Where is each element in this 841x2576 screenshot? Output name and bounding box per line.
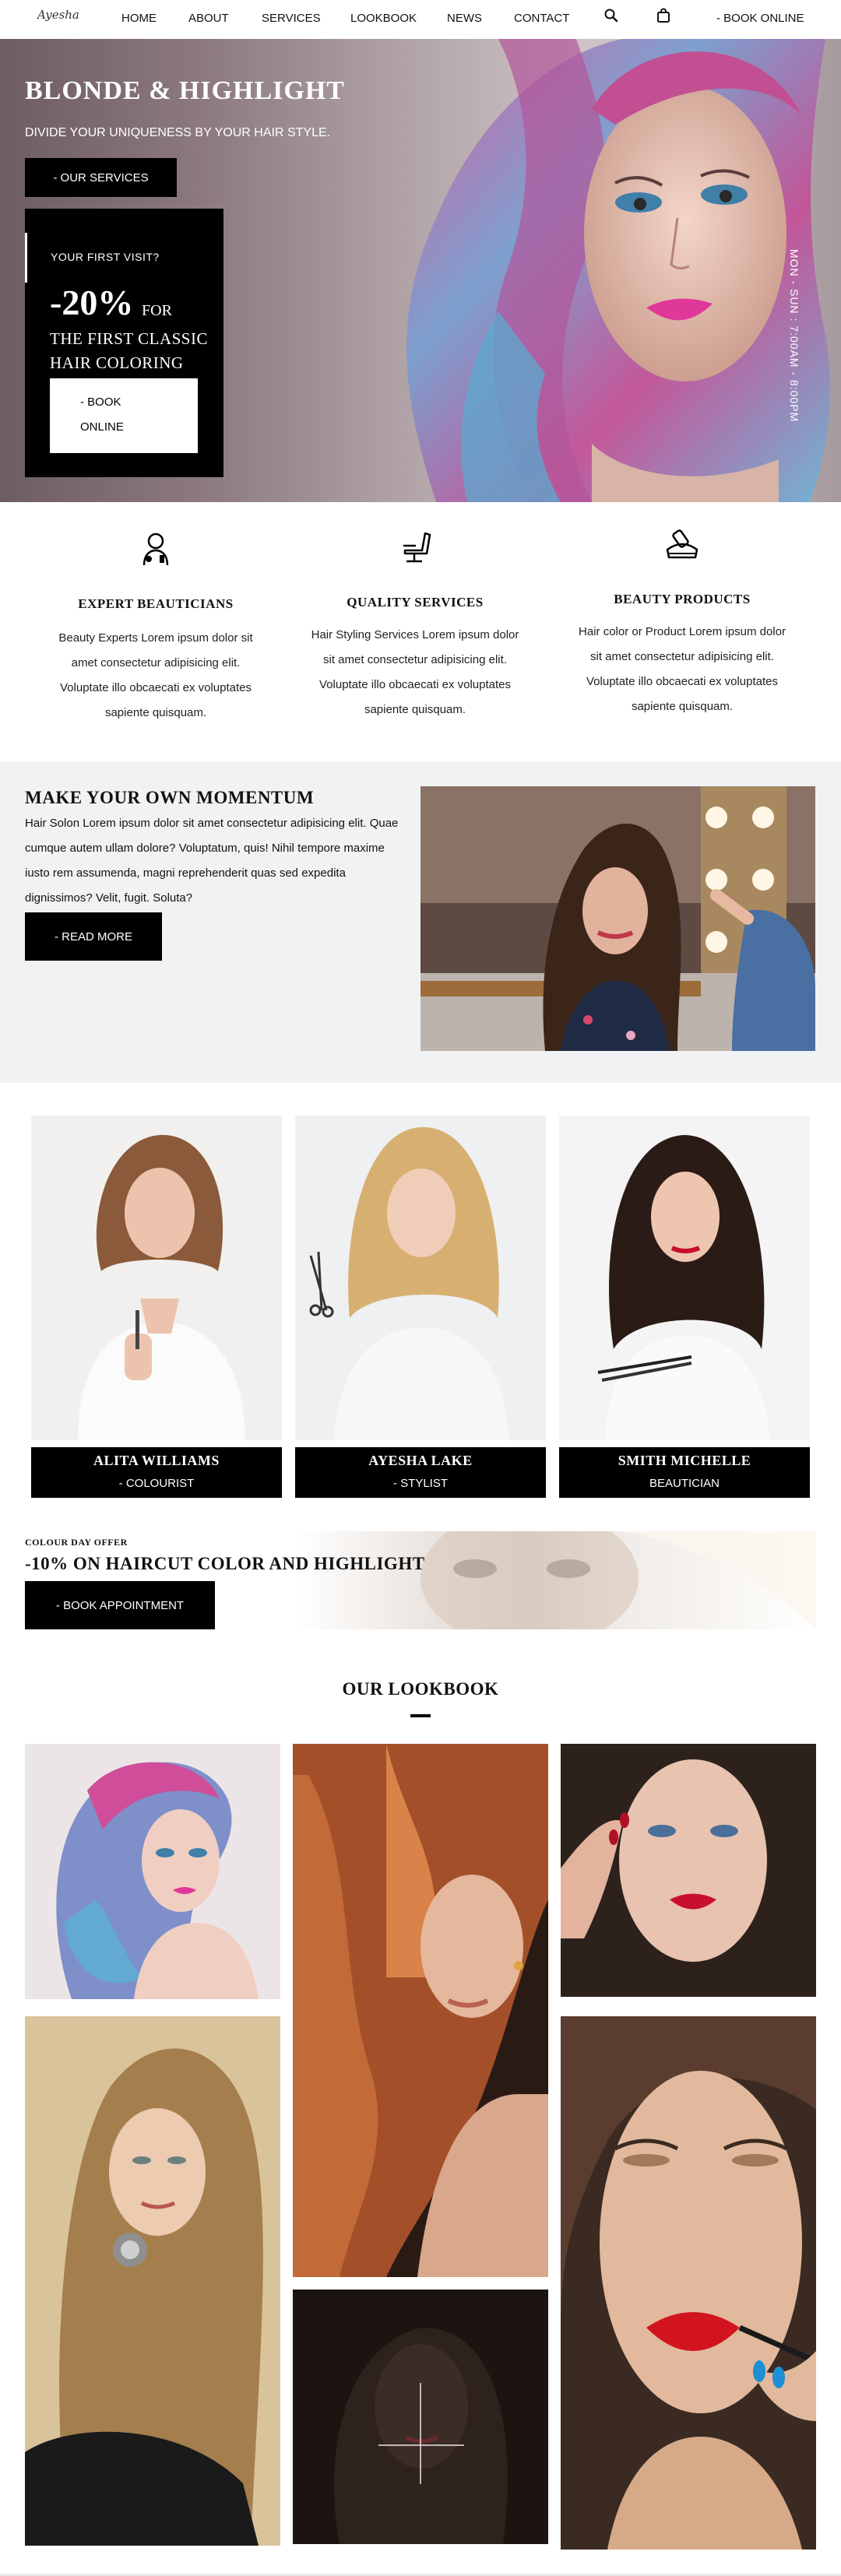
beauty-products-icon (666, 529, 698, 559)
team-member-card: AYESHA LAKE - STYLIST (295, 1447, 546, 1498)
lookbook-image[interactable] (25, 1744, 280, 1999)
book-appointment-button[interactable]: - BOOK APPOINTMENT (25, 1581, 215, 1629)
first-visit-label: YOUR FIRST VISIT? (51, 251, 160, 263)
our-services-button[interactable]: - OUR SERVICES (25, 158, 177, 197)
discount-for-label: FOR (142, 302, 172, 319)
feature-expert-beauticians: EXPERT BEAUTICIANS Beauty Experts Lorem … (31, 529, 280, 732)
offer-label: COLOUR DAY OFFER (25, 1537, 128, 1548)
feature-text: Hair color or Product Lorem ipsum dolor … (579, 625, 786, 713)
accent-line (25, 233, 27, 283)
feature-text: Hair Styling Services Lorem ipsum dolor … (311, 628, 519, 716)
discount-description: THE FIRST CLASSIC HAIR COLORING (50, 327, 213, 375)
team-member-photo (31, 1116, 282, 1440)
opening-hours: MON - SUN : 7:00AM - 8:00PM (788, 249, 801, 423)
member-role: BEAUTICIAN (649, 1477, 720, 1490)
read-more-button[interactable]: - READ MORE (25, 912, 162, 961)
book-online-button[interactable]: - BOOK ONLINE (50, 378, 198, 453)
book-online-line-1: - BOOK (80, 395, 121, 409)
member-name: ALITA WILLIAMS (93, 1453, 220, 1468)
lookbook-image[interactable] (293, 1744, 548, 2277)
shopping-bag-icon[interactable] (655, 7, 672, 24)
momentum-title: MAKE YOUR OWN MOMENTUM (25, 788, 315, 807)
feature-title: BEAUTY PRODUCTS (614, 592, 751, 606)
feature-title: QUALITY SERVICES (347, 595, 484, 610)
offer-background-image (296, 1531, 816, 1629)
feature-title: EXPERT BEAUTICIANS (78, 596, 234, 611)
momentum-text: Hair Solon Lorem ipsum dolor sit amet co… (25, 817, 399, 905)
nav-news[interactable]: NEWS (447, 12, 482, 25)
discount-line-1: THE FIRST CLASSIC (50, 329, 208, 348)
team-member-card: SMITH MICHELLE BEAUTICIAN (559, 1447, 810, 1498)
member-role: - STYLIST (392, 1477, 448, 1490)
member-name: SMITH MICHELLE (618, 1453, 751, 1468)
discount-percent: -20% (50, 283, 134, 322)
hero-title: BLONDE & HIGHLIGHT (25, 76, 345, 105)
book-online-line-2: ONLINE (80, 420, 124, 434)
search-icon[interactable] (603, 7, 620, 24)
lookbook-image[interactable] (293, 2290, 548, 2544)
feature-text: Beauty Experts Lorem ipsum dolor sit ame… (58, 631, 253, 719)
feature-quality-services: QUALITY SERVICES Hair Styling Services L… (290, 529, 540, 732)
nav-about[interactable]: ABOUT (188, 12, 229, 25)
beautician-icon (143, 532, 169, 566)
lookbook-image[interactable] (25, 2016, 280, 2546)
lookbook-title: OUR LOOKBOOK (342, 1679, 499, 1699)
team-member-photo (295, 1116, 546, 1440)
momentum-section: MAKE YOUR OWN MOMENTUM Hair Solon Lorem … (0, 761, 841, 1083)
offer-title: -10% ON HAIRCUT COLOR AND HIGHLIGHT (25, 1554, 425, 1573)
book-online-link[interactable]: - BOOK ONLINE (716, 12, 804, 25)
nav-lookbook[interactable]: LOOKBOOK (350, 12, 417, 25)
member-name: AYESHA LAKE (368, 1453, 473, 1468)
salon-image (420, 786, 815, 1051)
discount-line-2: HAIR COLORING (50, 353, 184, 372)
top-navigation: Ayesha HOME ABOUT SERVICES LOOKBOOK NEWS… (0, 0, 841, 39)
hero-subtitle: DIVIDE YOUR UNIQUENESS BY YOUR HAIR STYL… (25, 126, 331, 139)
nav-home[interactable]: HOME (121, 12, 157, 25)
title-divider (410, 1714, 431, 1717)
nav-contact[interactable]: CONTACT (514, 12, 569, 25)
lookbook-image[interactable] (561, 1744, 816, 1997)
hero-banner: BLONDE & HIGHLIGHT DIVIDE YOUR UNIQUENES… (0, 39, 841, 502)
first-visit-offer-card: YOUR FIRST VISIT? -20% FOR THE FIRST CLA… (25, 209, 223, 477)
nav-services[interactable]: SERVICES (262, 12, 321, 25)
lookbook-image[interactable] (561, 2016, 816, 2550)
team-member-photo (559, 1116, 810, 1440)
salon-chair-icon (403, 532, 431, 563)
feature-beauty-products: BEAUTY PRODUCTS Hair color or Product Lo… (558, 529, 807, 732)
team-member-card: ALITA WILLIAMS - COLOURIST (31, 1447, 282, 1498)
member-role: - COLOURIST (118, 1477, 195, 1490)
main-menu: HOME ABOUT SERVICES LOOKBOOK NEWS CONTAC… (0, 12, 841, 27)
